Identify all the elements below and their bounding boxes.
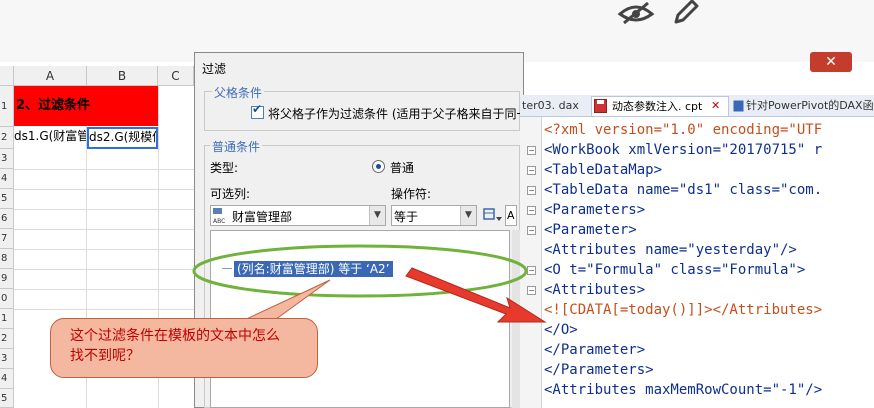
code-line-12[interactable]: </Parameter> <box>544 340 645 360</box>
code-line-14[interactable]: <Attributes maxMemRowCount="-1"/> <box>544 380 822 400</box>
dialog-title: 过滤 <box>202 62 227 76</box>
row-header[interactable]: 1 <box>0 86 14 127</box>
code-line-7[interactable]: <Attributes name="yesterday"/> <box>544 240 797 260</box>
save-icon <box>594 99 607 113</box>
grid-divider <box>14 169 194 170</box>
fold-toggle-icon[interactable]: − <box>527 226 536 235</box>
file-icon <box>733 100 744 112</box>
tab-dynamic-param-cpt-active[interactable]: 动态参数注入. cpt <box>591 96 729 116</box>
column-header-a[interactable]: A <box>14 66 87 86</box>
parent-condition-group-label: 父格条件 <box>212 84 265 101</box>
radio-selected-dot <box>376 164 381 169</box>
fold-toggle-icon[interactable]: − <box>527 186 536 195</box>
pencil-icon[interactable] <box>670 0 700 26</box>
code-line-2[interactable]: <WorkBook xmlVersion="20170715" r <box>544 140 822 160</box>
grid-divider <box>14 289 194 290</box>
chevron-down-icon[interactable]: ▼ <box>369 206 385 225</box>
callout-text: 这个过滤条件在模板的文本中怎么 找不到呢？ <box>70 328 280 364</box>
row-header[interactable]: 0 <box>0 289 14 309</box>
code-line-4[interactable]: <TableData name="ds1" class="com. <box>544 180 822 200</box>
row-header[interactable]: 2 <box>0 329 14 349</box>
row-header[interactable]: 5 <box>0 389 14 408</box>
condition-item-selected[interactable]: (列名:财富管理部) 等于 ‘A2’ <box>234 261 393 277</box>
tab-powerpivot-dax[interactable]: 针对PowerPivot的DAX函 <box>732 96 874 116</box>
grid-divider <box>14 209 194 210</box>
tab-chapter03-dax[interactable]: ter03. dax <box>520 96 590 116</box>
fold-toggle-icon[interactable]: − <box>527 286 536 295</box>
column-select-value: 财富管理部 <box>232 210 293 224</box>
row-header[interactable]: 3 <box>0 149 14 169</box>
fold-toggle-icon[interactable]: − <box>527 266 536 275</box>
cell-b2-selected[interactable]: ds2.G(规模估值) <box>87 127 158 149</box>
dialog-scrollbar[interactable] <box>512 230 520 408</box>
row-header[interactable]: 4 <box>0 169 14 189</box>
cell-title-filter-conditions[interactable]: 2、过滤条件 <box>14 86 158 126</box>
hidden-eye-icon[interactable] <box>616 2 656 24</box>
close-tab-icon[interactable]: ✕ <box>711 99 720 112</box>
column-header-b[interactable]: B <box>87 66 158 86</box>
column-header-c[interactable]: C <box>158 66 194 86</box>
code-line-11[interactable]: </O> <box>544 320 578 340</box>
corner-header[interactable] <box>0 66 14 86</box>
row-header[interactable]: 5 <box>0 189 14 209</box>
row-header[interactable]: 9 <box>0 269 14 289</box>
column-abc-icon: ABC <box>213 208 225 224</box>
row-header[interactable]: 4 <box>0 369 14 389</box>
value-input-partial[interactable]: A <box>505 205 517 226</box>
row-header[interactable]: 3 <box>0 349 14 369</box>
window-close-button[interactable]: ✕ <box>810 52 852 72</box>
type-label: 类型: <box>210 161 239 175</box>
chevron-down-icon[interactable]: ▼ <box>460 206 476 225</box>
operator-select-value: 等于 <box>394 210 419 224</box>
operator-label: 操作符: <box>391 187 432 201</box>
row-header[interactable]: 6 <box>0 209 14 229</box>
code-line-10[interactable]: <![CDATA[=today()]]></Attributes> <box>544 300 822 320</box>
code-line-6[interactable]: <Parameter> <box>544 220 637 240</box>
table-dropdown-icon[interactable] <box>483 207 503 225</box>
fold-toggle-icon[interactable]: − <box>527 166 536 175</box>
fold-toggle-icon[interactable]: − <box>527 206 536 215</box>
cell-a2[interactable]: ds1.G(财富管理部) <box>14 127 86 149</box>
normal-condition-group-label: 普通条件 <box>210 138 263 155</box>
row-header[interactable]: 2 <box>0 127 14 149</box>
editor-fold-gutter[interactable] <box>520 117 542 408</box>
column-label: 可选列: <box>210 187 251 201</box>
svg-text:ABC: ABC <box>213 218 225 224</box>
row-header[interactable]: 1 <box>0 309 14 329</box>
row-header[interactable]: 7 <box>0 229 14 249</box>
type-normal-label: 普通 <box>390 161 415 175</box>
code-line-13[interactable]: </Parameters> <box>544 360 654 380</box>
fold-toggle-icon[interactable]: − <box>527 146 536 155</box>
grid-divider <box>14 309 194 310</box>
code-line-3[interactable]: <TableDataMap> <box>544 160 662 180</box>
tree-connector <box>222 268 232 269</box>
grid-divider <box>14 269 194 270</box>
code-line-9[interactable]: <Attributes> <box>544 280 645 300</box>
grid-divider <box>14 229 194 230</box>
grid-divider <box>14 249 194 250</box>
row-header[interactable]: 8 <box>0 249 14 269</box>
checkmark-icon: ✔ <box>252 102 263 116</box>
code-line-1[interactable]: <?xml version="1.0" encoding="UTF <box>544 120 822 140</box>
code-line-8[interactable]: <O t="Formula" class="Formula"> <box>544 260 805 280</box>
code-line-5[interactable]: <Parameters> <box>544 200 645 220</box>
grid-divider <box>14 189 194 190</box>
